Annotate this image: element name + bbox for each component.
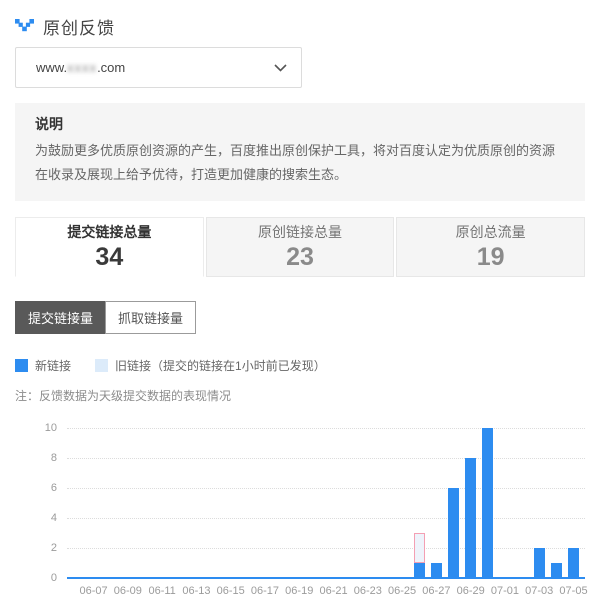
y-tick-label: 2 — [15, 542, 57, 554]
bar-slot — [376, 416, 393, 578]
toggle-submitted-links[interactable]: 提交链接量 — [15, 301, 106, 334]
brand-logo-icon — [15, 19, 34, 34]
new-links-bar — [465, 458, 476, 578]
tab-label: 原创链接总量 — [258, 224, 342, 241]
x-tick-slot: 06-25 — [394, 585, 411, 598]
y-tick-label: 0 — [15, 572, 57, 584]
description-text: 为鼓励更多优质原创资源的产生，百度推出原创保护工具，将对百度认定为优质原创的资源… — [35, 139, 565, 187]
tab-original-traffic-total[interactable]: 原创总流量 19 — [396, 217, 585, 277]
x-tick-slot: 06-27 — [428, 585, 445, 598]
new-links-swatch — [15, 359, 28, 372]
bar-slot — [308, 416, 325, 578]
x-tick-slot: 06-07 — [85, 585, 102, 598]
masked-domain: xxxx — [67, 60, 97, 75]
bar-slot — [462, 416, 479, 578]
x-tick-label: 07-05 — [559, 585, 587, 597]
stats-tabs: 提交链接总量 34 原创链接总量 23 原创总流量 19 — [15, 217, 585, 277]
submitted-links-chart: 0246810 06-0706-0906-1106-1306-1506-1706… — [15, 416, 585, 598]
x-tick-slot: 06-17 — [256, 585, 273, 598]
bar-slot — [85, 416, 102, 578]
bar-slot — [188, 416, 205, 578]
new-links-bar — [414, 563, 425, 578]
x-tick-slot: 07-05 — [565, 585, 582, 598]
y-tick-label: 8 — [15, 452, 57, 464]
chart-view-toggle: 提交链接量 抓取链接量 — [15, 301, 585, 334]
page-title: 原创反馈 — [43, 14, 115, 39]
bar-slot — [102, 416, 119, 578]
bar-slot — [171, 416, 188, 578]
chart-y-axis: 0 2 4 6 8 10 — [15, 416, 57, 598]
tab-value: 19 — [477, 243, 505, 271]
y-tick-label: 10 — [15, 422, 57, 434]
chart-legend: 新链接 旧链接（提交的链接在1小时前已发现） — [15, 357, 585, 374]
chart-bars — [85, 416, 582, 578]
bar-slot — [205, 416, 222, 578]
new-links-bar — [551, 563, 562, 578]
tab-original-links-total[interactable]: 原创链接总量 23 — [206, 217, 395, 277]
bar-slot — [394, 416, 411, 578]
bar-slot — [359, 416, 376, 578]
new-links-label: 新链接 — [35, 357, 71, 374]
bar-slot — [154, 416, 171, 578]
old-links-bar — [414, 533, 425, 563]
original-feedback-page: 原创反馈 www.xxxx.com 说明 为鼓励更多优质原创资源的产生，百度推出… — [0, 0, 600, 598]
tab-label: 原创总流量 — [456, 224, 526, 241]
description-box: 说明 为鼓励更多优质原创资源的产生，百度推出原创保护工具，将对百度认定为优质原创… — [15, 103, 585, 201]
tab-submitted-links-total[interactable]: 提交链接总量 34 — [15, 217, 204, 277]
bar-slot — [479, 416, 496, 578]
x-tick-slot: 07-01 — [496, 585, 513, 598]
old-links-swatch — [95, 359, 108, 372]
bar-slot — [531, 416, 548, 578]
y-tick-label: 6 — [15, 482, 57, 494]
bar-slot — [274, 416, 291, 578]
new-links-bar — [534, 548, 545, 578]
tab-value: 23 — [286, 243, 314, 271]
site-selector-value: www.xxxx.com — [36, 60, 125, 75]
bar-slot — [496, 416, 513, 578]
new-links-bar — [482, 428, 493, 578]
bar-slot — [411, 416, 428, 578]
bar-slot — [119, 416, 136, 578]
bar-slot — [342, 416, 359, 578]
x-tick-slot: 06-23 — [359, 585, 376, 598]
x-tick-slot: 06-29 — [462, 585, 479, 598]
chart-note: 注：反馈数据为天级提交数据的表现情况 — [15, 387, 585, 404]
x-tick-slot: 06-15 — [222, 585, 239, 598]
x-tick-slot: 07-03 — [531, 585, 548, 598]
chevron-down-icon — [274, 64, 287, 72]
bar-slot — [325, 416, 342, 578]
bar-slot — [136, 416, 153, 578]
old-links-label: 旧链接（提交的链接在1小时前已发现） — [115, 357, 326, 374]
description-title: 说明 — [35, 116, 565, 133]
bar-slot — [514, 416, 531, 578]
bar-slot — [291, 416, 308, 578]
new-links-bar — [448, 488, 459, 578]
bar-slot — [256, 416, 273, 578]
x-tick-slot: 06-19 — [291, 585, 308, 598]
toggle-crawled-links[interactable]: 抓取链接量 — [105, 301, 196, 334]
bar-slot — [428, 416, 445, 578]
bar-slot — [548, 416, 565, 578]
x-tick-slot: 06-11 — [154, 585, 171, 598]
x-tick-slot: 06-09 — [119, 585, 136, 598]
new-links-bar — [431, 563, 442, 578]
tab-value: 34 — [95, 243, 123, 271]
site-selector[interactable]: www.xxxx.com — [15, 47, 302, 88]
page-header: 原创反馈 — [15, 14, 585, 38]
tab-label: 提交链接总量 — [67, 224, 151, 241]
bar-slot — [565, 416, 582, 578]
chart-x-axis: 06-07 06-09 06-11 06-13 06-15 06-17 06-19 06-21… — [85, 585, 582, 598]
x-tick-slot: 06-21 — [325, 585, 342, 598]
x-tick-slot: 06-13 — [188, 585, 205, 598]
bar-slot — [222, 416, 239, 578]
bar-slot — [445, 416, 462, 578]
y-tick-label: 4 — [15, 512, 57, 524]
new-links-bar — [568, 548, 579, 578]
bar-slot — [239, 416, 256, 578]
